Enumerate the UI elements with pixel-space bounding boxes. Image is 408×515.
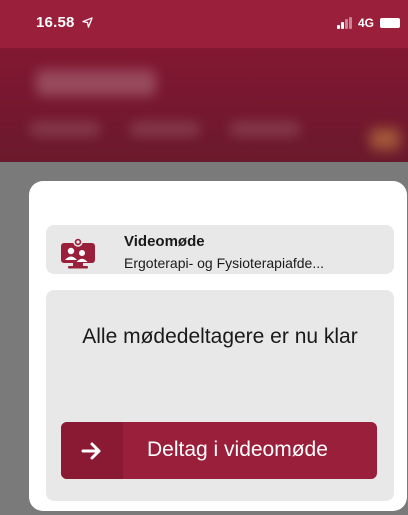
- background-blurred-logo: [36, 70, 156, 96]
- meeting-card: Videomøde Ergoterapi- og Fysioterapiafde…: [46, 225, 394, 274]
- signal-strength-icon: [336, 17, 352, 29]
- background-blurred-tab: [30, 122, 100, 136]
- join-button-label: Deltag i videomøde: [147, 438, 328, 461]
- status-indicators: 4G: [336, 16, 400, 30]
- location-arrow-icon: [82, 17, 93, 28]
- meeting-title: Videomøde: [124, 233, 205, 250]
- background-blurred-tab: [130, 122, 200, 136]
- status-time: 16.58: [36, 14, 93, 31]
- background-blurred-tab: [230, 122, 300, 136]
- join-video-meeting-button[interactable]: Deltag i videomøde: [61, 422, 377, 479]
- meeting-department: Ergoterapi- og Fysioterapiafde...: [124, 255, 324, 271]
- participants-ready-message: Alle mødedeltagere er nu klar: [82, 325, 358, 348]
- network-type: 4G: [357, 16, 374, 30]
- arrow-right-icon: [61, 422, 123, 479]
- status-time-text: 16.58: [36, 14, 75, 31]
- background-blurred-badge: [370, 128, 400, 150]
- meeting-status-panel: Alle mødedeltagere er nu klar Deltag i v…: [46, 290, 394, 501]
- screen: 16.58 4G Videomøde Ergoterapi- og Fysiot…: [0, 0, 408, 515]
- video-meeting-icon: [61, 237, 95, 269]
- status-bar: 16.58 4G: [0, 0, 408, 48]
- meeting-sheet: Videomøde Ergoterapi- og Fysioterapiafde…: [29, 181, 407, 511]
- battery-icon: [380, 18, 400, 28]
